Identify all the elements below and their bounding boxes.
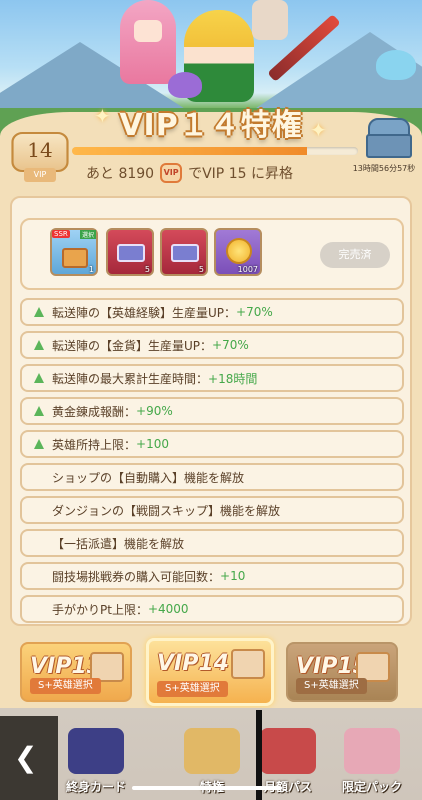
perk-text: 転送陣の【金貨】生産量UP： [52, 338, 213, 353]
perk-text: 黄金錬成報酬： [52, 404, 137, 419]
character-art [80, 0, 416, 110]
pass-icon [260, 728, 316, 774]
perk-row: 闘技場挑戦券の購入可能回数： +10 [20, 562, 404, 590]
vip-badge-label: VIP [24, 168, 56, 182]
ticket-icon [171, 244, 199, 262]
tab-vip-label: VIP14 [157, 651, 229, 676]
perk-list: 転送陣の【英雄経験】生産量UP： +70% 転送陣の【金貨】生産量UP： +70% 転送… [20, 298, 404, 628]
vip-point-icon: VIP [160, 163, 183, 183]
nav-item-label: 終身カード [65, 780, 126, 794]
privilege-content: SSR 選択 1 5 5 1007 完売済 転送陣の【英雄経験】生産量UP： +7… [10, 196, 412, 626]
up-arrow-icon [34, 340, 44, 350]
perk-value: +4000 [147, 602, 189, 616]
pack-icon [344, 728, 400, 774]
nav-item-monthly-pass[interactable]: 月額パス [254, 728, 322, 795]
knight-character [252, 0, 288, 40]
perk-row: 転送陣の最大累計生産時間： +18時間 [20, 364, 404, 392]
perk-row: 手がかりPt上限： +4000 [20, 595, 404, 623]
sold-out-button[interactable]: 完売済 [320, 242, 390, 268]
perk-text: 手がかりPt上限： [52, 602, 148, 617]
reward-count: 5 [144, 265, 150, 274]
tab-vip15[interactable]: VIP15 S+英雄選択 [286, 642, 398, 702]
tab-vip-sub: S+英雄選択 [157, 681, 228, 697]
reward-item[interactable]: SSR 選択 1 [50, 228, 98, 276]
reward-count: 5 [198, 265, 204, 274]
current-vip-badge: 14 VIP [10, 132, 70, 184]
perk-row: ショップの【自動購入】機能を解放 [20, 463, 404, 491]
pink-hair-character [120, 0, 176, 84]
tab-vip-sub: S+英雄選択 [296, 678, 367, 694]
up-arrow-icon [34, 406, 44, 416]
back-button[interactable]: ❮ [0, 716, 58, 800]
card-icon [68, 728, 124, 774]
tab-vip14[interactable]: VIP14 S+英雄選択 [146, 638, 274, 706]
up-arrow-icon [34, 373, 44, 383]
perk-row: 黄金錬成報酬： +90% [20, 397, 404, 425]
perk-value: +70% [236, 305, 273, 319]
home-indicator[interactable] [132, 786, 282, 790]
perk-text: ダンジョンの【戦闘スキップ】機能を解放 [52, 503, 281, 518]
nav-item-label: 限定パック [341, 780, 402, 794]
nav-item-limited-pack[interactable]: 限定パック [338, 728, 406, 795]
ticket-icon [117, 244, 145, 262]
up-arrow-icon [34, 439, 44, 449]
hero-select-box-icon [62, 248, 88, 268]
treasure-chest-icon[interactable] [364, 112, 414, 160]
chevron-left-icon: ❮ [14, 741, 38, 774]
perk-row: 【一括派遣】機能を解放 [20, 529, 404, 557]
reward-count: 1007 [237, 265, 258, 274]
reward-item[interactable]: 5 [160, 228, 208, 276]
tab-vip-sub: S+英雄選択 [30, 678, 101, 694]
perk-text: 転送陣の最大累計生産時間： [52, 371, 209, 386]
blue-slime-icon [376, 50, 416, 80]
hero-box-icon [231, 649, 265, 679]
perk-row: 転送陣の【英雄経験】生産量UP： +70% [20, 298, 404, 326]
gold-coin-icon [226, 238, 252, 264]
vip-progress-bar [72, 147, 358, 155]
perk-text: 闘技場挑戦券の購入可能回数： [52, 569, 221, 584]
nav-item-privilege[interactable]: 特権 [178, 728, 246, 795]
perk-row: 英雄所持上限： +100 [20, 430, 404, 458]
upgrade-suffix: でVIP 15 に昇格 [188, 166, 293, 182]
up-arrow-icon [34, 307, 44, 317]
vip-progress-fill [72, 147, 307, 155]
perk-row: 転送陣の【金貨】生産量UP： +70% [20, 331, 404, 359]
perk-value: +100 [136, 437, 169, 451]
nav-item-lifetime-card[interactable]: 終身カード [62, 728, 130, 795]
reward-item[interactable]: 1007 [214, 228, 262, 276]
perk-text: 英雄所持上限： [52, 437, 137, 452]
perk-value: +70% [212, 338, 249, 352]
perk-text: ショップの【自動購入】機能を解放 [52, 470, 245, 485]
crown-icon [184, 728, 240, 774]
reward-count: 1 [88, 265, 94, 274]
perk-value: +10 [220, 569, 246, 583]
reward-item[interactable]: 5 [106, 228, 154, 276]
upgrade-requirement: あと 8190 VIP でVIP 15 に昇格 [86, 163, 326, 183]
perk-text: 転送陣の【英雄経験】生産量UP： [52, 305, 237, 320]
choice-badge: 選択 [79, 230, 96, 239]
purple-slime-icon [168, 72, 202, 98]
perk-row: ダンジョンの【戦闘スキップ】機能を解放 [20, 496, 404, 524]
chest-box [366, 134, 412, 158]
vip-level-number: 14 [27, 138, 53, 162]
perk-value: +90% [136, 404, 173, 418]
perk-value: +18時間 [208, 371, 258, 386]
tab-vip13[interactable]: VIP13 S+英雄選択 [20, 642, 132, 702]
upgrade-prefix: あと 8190 [86, 166, 155, 182]
chest-timer: 13時間56分57秒 [352, 164, 416, 173]
perk-text: 【一括派遣】機能を解放 [52, 536, 185, 551]
ssr-badge: SSR [52, 230, 70, 238]
reward-pack: SSR 選択 1 5 5 1007 完売済 [20, 218, 404, 290]
